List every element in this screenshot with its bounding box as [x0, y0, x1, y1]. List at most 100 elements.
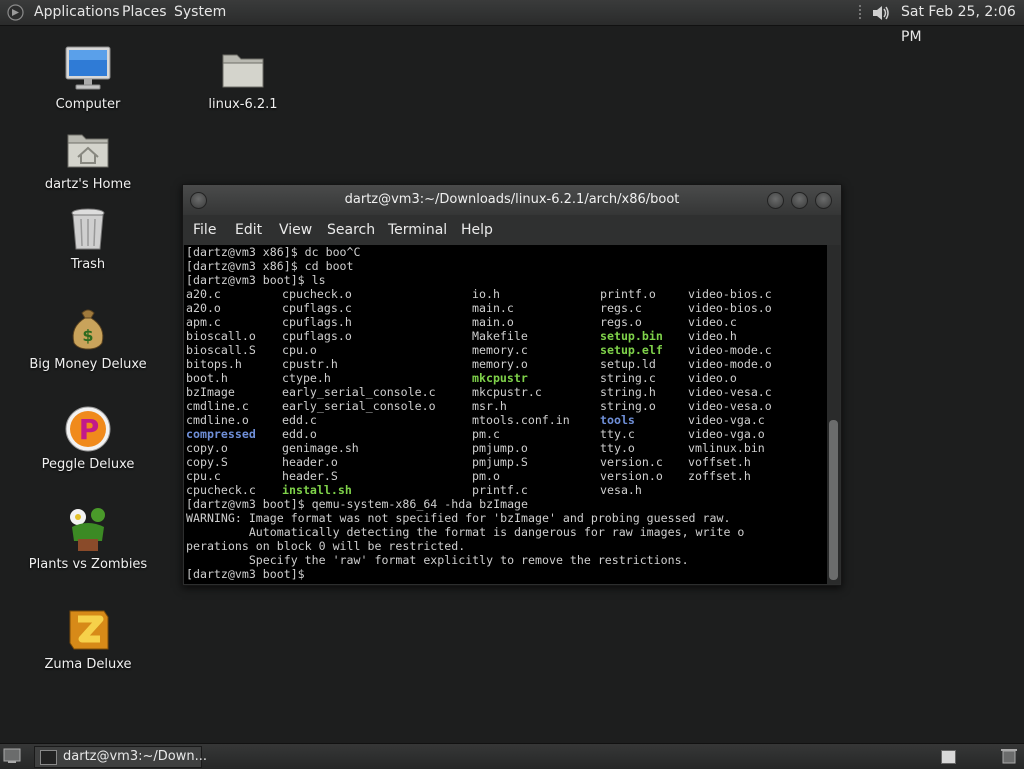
- ls-entry: early_serial_console.o: [282, 399, 436, 413]
- menu-search[interactable]: Search: [327, 215, 375, 245]
- terminal-line: [dartz@vm3 x86]$ dc boo^C: [186, 245, 361, 259]
- ls-entry: tools: [600, 413, 635, 427]
- ls-entry: edd.c: [282, 413, 317, 427]
- ls-entry: copy.o: [186, 441, 228, 455]
- ls-entry: vmlinux.bin: [688, 441, 765, 455]
- ls-entry: pm.o: [472, 469, 500, 483]
- top-panel: Applications Places System Sat Feb 25, 2…: [0, 0, 1024, 45]
- ls-entry: video-vga.o: [688, 427, 765, 441]
- ls-entry: string.h: [600, 385, 656, 399]
- terminal-prompt: [dartz@vm3 boot]$: [186, 567, 312, 581]
- ls-entry: setup.elf: [600, 343, 663, 357]
- terminal-icon: [40, 750, 57, 765]
- ls-entry: early_serial_console.c: [282, 385, 436, 399]
- ls-entry: pmjump.S: [472, 455, 528, 469]
- maximize-button[interactable]: [791, 192, 808, 209]
- ls-entry: video.o: [688, 371, 737, 385]
- terminal-output[interactable]: [dartz@vm3 x86]$ dc boo^C [dartz@vm3 x86…: [184, 245, 827, 584]
- ls-entry: pmjump.o: [472, 441, 528, 455]
- desktop-icon-label: dartz's Home: [44, 177, 132, 192]
- menu-edit[interactable]: Edit: [235, 215, 262, 245]
- plants-icon: [70, 508, 105, 551]
- svg-text:$: $: [82, 326, 93, 345]
- ls-entry: cpu.c: [186, 469, 221, 483]
- ls-entry: regs.c: [600, 301, 642, 315]
- ls-entry: string.o: [600, 399, 656, 413]
- terminal-scrollbar[interactable]: [827, 245, 840, 584]
- menu-file[interactable]: File: [193, 215, 216, 245]
- ls-entry: cpuflags.o: [282, 329, 352, 343]
- ls-entry: main.c: [472, 301, 514, 315]
- ls-entry: printf.o: [600, 287, 656, 301]
- ls-entry: bioscall.o: [186, 329, 256, 343]
- trash-applet-icon[interactable]: [1000, 748, 1018, 764]
- ls-entry: version.o: [600, 469, 663, 483]
- menu-terminal[interactable]: Terminal: [388, 215, 447, 245]
- folder-icon: [222, 54, 264, 88]
- money-bag-icon: $: [72, 309, 104, 350]
- menu-view[interactable]: View: [279, 215, 312, 245]
- ls-entry: boot.h: [186, 371, 228, 385]
- ls-entry: a20.c: [186, 287, 221, 301]
- ls-entry: video.h: [688, 329, 737, 343]
- ls-entry: cpu.o: [282, 343, 317, 357]
- ls-entry: edd.o: [282, 427, 317, 441]
- desktop-icon-label: linux-6.2.1: [208, 97, 278, 112]
- menu-help[interactable]: Help: [461, 215, 493, 245]
- trash-icon: [71, 208, 105, 250]
- ls-entry: apm.c: [186, 315, 221, 329]
- ls-entry: memory.c: [472, 343, 528, 357]
- desktop-icon-label: Peggle Deluxe: [41, 457, 135, 472]
- bottom-panel: dartz@vm3:~/Down...: [0, 743, 1024, 769]
- panel-handle-icon: [859, 5, 861, 19]
- computer-icon: [65, 46, 111, 90]
- ls-entry: mtools.conf.in: [472, 413, 570, 427]
- terminal-line: [dartz@vm3 boot]$ qemu-system-x86_64 -hd…: [186, 497, 529, 511]
- window-titlebar[interactable]: dartz@vm3:~/Downloads/linux-6.2.1/arch/x…: [183, 185, 841, 215]
- ls-entry: string.c: [600, 371, 656, 385]
- ls-entry: cpucheck.o: [282, 287, 352, 301]
- ls-entry: vesa.h: [600, 483, 642, 497]
- workspace-switcher[interactable]: [941, 750, 956, 764]
- close-button[interactable]: [815, 192, 832, 209]
- ls-entry: compressed: [186, 427, 256, 441]
- clock[interactable]: Sat Feb 25, 2:06 PM: [901, 0, 1024, 45]
- ls-entry: tty.o: [600, 441, 635, 455]
- taskbar-terminal-button[interactable]: dartz@vm3:~/Down...: [34, 746, 207, 768]
- desktop-icon-label: Big Money Deluxe: [29, 357, 147, 372]
- taskbar-label: dartz@vm3:~/Down...: [63, 749, 207, 764]
- terminal-line: Specify the 'raw' format explicitly to r…: [186, 553, 689, 567]
- ls-entry: tty.c: [600, 427, 635, 441]
- ls-entry: video-vga.c: [688, 413, 765, 427]
- ls-entry: voffset.h: [688, 455, 751, 469]
- desktop-icon-label: Trash: [70, 257, 106, 272]
- ls-entry: copy.S: [186, 455, 228, 469]
- ls-entry: video-mode.o: [688, 357, 772, 371]
- ls-entry: install.sh: [282, 483, 352, 497]
- ls-entry: setup.ld: [600, 357, 656, 371]
- ls-entry: setup.bin: [600, 329, 663, 343]
- terminal-line: Automatically detecting the format is da…: [186, 525, 745, 539]
- ls-entry: a20.o: [186, 301, 221, 315]
- gnome-foot-icon[interactable]: [7, 4, 24, 21]
- desktop-icon-label: Zuma Deluxe: [44, 657, 132, 672]
- terminal-line: WARNING: Image format was not specified …: [186, 511, 731, 525]
- places-menu[interactable]: Places: [122, 0, 167, 25]
- ls-entry: cpustr.h: [282, 357, 338, 371]
- volume-icon[interactable]: [870, 3, 892, 23]
- terminal-menubar: File Edit View Search Terminal Help: [183, 215, 841, 245]
- ls-entry: header.S: [282, 469, 338, 483]
- ls-entry: cpucheck.c: [186, 483, 256, 497]
- terminal-window[interactable]: dartz@vm3:~/Downloads/linux-6.2.1/arch/x…: [182, 184, 842, 586]
- ls-entry: header.o: [282, 455, 338, 469]
- home-folder-icon: [67, 134, 109, 168]
- show-desktop-icon[interactable]: [3, 748, 21, 764]
- applications-menu[interactable]: Applications: [34, 0, 120, 25]
- ls-entry: regs.o: [600, 315, 642, 329]
- ls-entry: genimage.sh: [282, 441, 359, 455]
- minimize-button[interactable]: [767, 192, 784, 209]
- scrollbar-thumb[interactable]: [829, 420, 838, 580]
- system-menu[interactable]: System: [174, 0, 226, 25]
- ls-entry: pm.c: [472, 427, 500, 441]
- ls-entry: mkcpustr: [472, 371, 528, 385]
